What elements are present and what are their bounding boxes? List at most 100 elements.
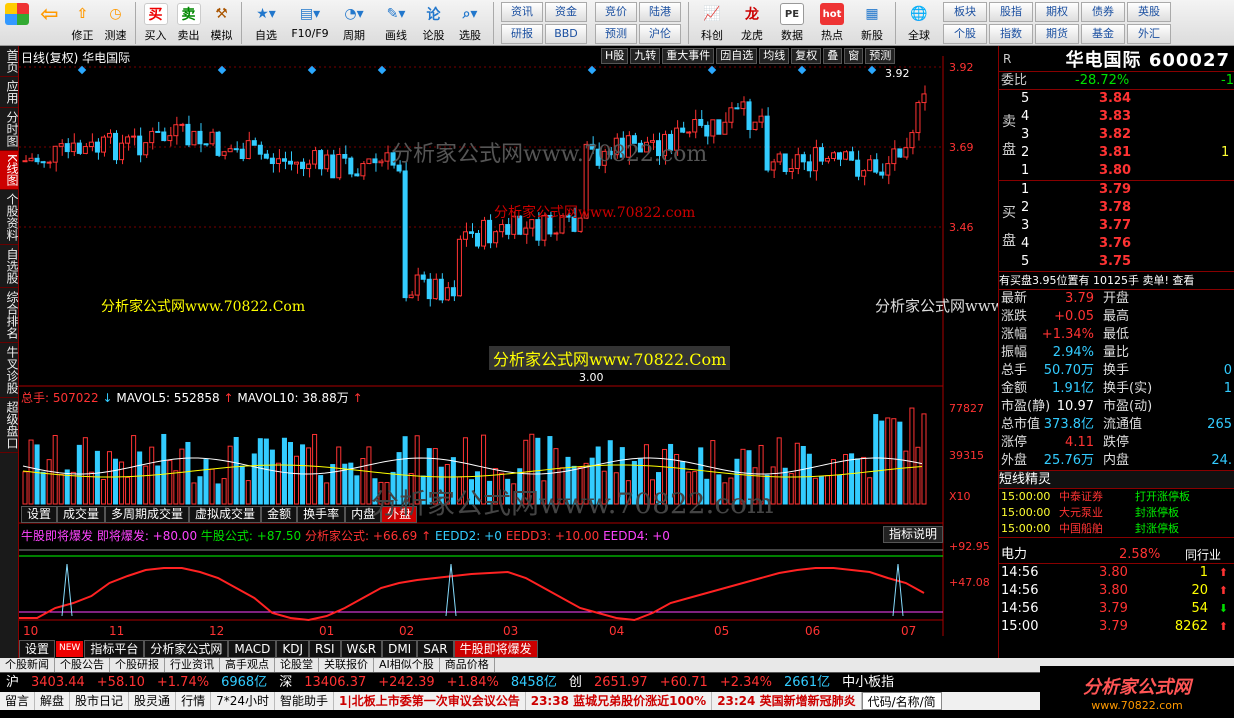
news-item[interactable]: 智能助手: [275, 692, 334, 710]
kechuang-button[interactable]: 📈 科创: [692, 0, 732, 45]
buy-button[interactable]: 买买入: [139, 0, 172, 45]
indicator-tab[interactable]: KDJ: [276, 640, 310, 658]
news-item[interactable]: 留言: [0, 692, 36, 710]
news-item[interactable]: 解盘: [35, 692, 71, 710]
asset-options-button[interactable]: 期权: [1035, 2, 1079, 22]
info-tab[interactable]: 个股研报: [110, 658, 165, 672]
nav-watchlist[interactable]: 自选股: [0, 245, 19, 288]
nav-apps[interactable]: 应用: [0, 77, 19, 108]
indicator-tab[interactable]: SAR: [417, 640, 454, 658]
indicator-tab[interactable]: 分析家公式网: [144, 640, 229, 658]
nav-home[interactable]: 首页: [0, 46, 19, 77]
trade-note[interactable]: 有买盘3.95位置有 10125手 卖单! 查看: [999, 272, 1234, 290]
indicator-tab[interactable]: RSI: [309, 640, 341, 658]
small-cap-index[interactable]: 中小板指: [836, 673, 900, 692]
short-item[interactable]: 15:00:00 大元泵业 封涨停板: [999, 505, 1234, 521]
info-tab[interactable]: 商品价格: [440, 658, 495, 672]
asset-sector-button[interactable]: 板块: [943, 2, 987, 22]
back-button[interactable]: ⇦: [33, 0, 66, 45]
info-tab[interactable]: 行业资讯: [165, 658, 220, 672]
book-row[interactable]: 3 3.77: [999, 217, 1234, 235]
index-cell[interactable]: 创: [563, 673, 588, 692]
f10-button[interactable]: ▤▾ F10/F9: [287, 0, 333, 45]
info-news-button[interactable]: 资讯: [501, 2, 543, 22]
ipo-button[interactable]: ▦ 新股: [852, 0, 892, 45]
news-item[interactable]: 23:24 英国新增新冠肺炎: [712, 692, 862, 710]
indicator-tab[interactable]: 指标平台: [84, 640, 145, 658]
info-bbd-button[interactable]: BBD: [545, 24, 587, 44]
asset-bonds-button[interactable]: 债券: [1081, 2, 1125, 22]
info-tab[interactable]: 论股堂: [275, 658, 319, 672]
watchlist-button[interactable]: ★▾ 自选: [245, 0, 287, 45]
chart-tool-button[interactable]: 九转: [630, 48, 661, 64]
global-button[interactable]: 🌐 全球: [899, 0, 939, 45]
news-item[interactable]: 7*24小时: [211, 692, 275, 710]
fix-button[interactable]: ⇧ 修正: [66, 0, 99, 45]
indicator-tab[interactable]: NEW: [56, 641, 84, 657]
vol-tab[interactable]: 虚拟成交量: [189, 506, 262, 523]
indicator-tab[interactable]: DMI: [382, 640, 418, 658]
book-row[interactable]: 2 3.78: [999, 199, 1234, 217]
nav-profile[interactable]: 个股资料: [0, 190, 19, 245]
chart-tool-button[interactable]: 复权: [791, 48, 822, 64]
news-item[interactable]: 行情: [176, 692, 212, 710]
market-hk-button[interactable]: 陆港: [639, 2, 681, 22]
indicator-tab[interactable]: W&R: [340, 640, 383, 658]
chart-tool-button[interactable]: 叠: [823, 48, 843, 64]
news-item[interactable]: 股灵通: [129, 692, 177, 710]
speed-test-button[interactable]: ◷ 测速: [99, 0, 132, 45]
news-item[interactable]: 股市日记: [70, 692, 130, 710]
nav-ranking[interactable]: 综合排名: [0, 288, 19, 343]
nav-super-panel[interactable]: 超级盘口: [0, 398, 19, 453]
period-button[interactable]: ◔▾ 周期: [333, 0, 375, 45]
info-funds-button[interactable]: 资金: [545, 2, 587, 22]
vol-tab[interactable]: 设置: [21, 506, 58, 523]
chart-tool-button[interactable]: 窗: [844, 48, 864, 64]
info-research-button[interactable]: 研报: [501, 24, 543, 44]
info-tab[interactable]: 关联报价: [319, 658, 374, 672]
index-cell[interactable]: 深: [273, 673, 298, 692]
chart-tool-button[interactable]: 重大事件: [662, 48, 715, 64]
vol-tab[interactable]: 换手率: [297, 506, 346, 523]
book-row[interactable]: 4 3.76: [999, 235, 1234, 253]
short-title[interactable]: 短线精灵: [999, 471, 1234, 489]
indicator-tab[interactable]: MACD: [228, 640, 277, 658]
chart-tool-button[interactable]: 㘞自选: [716, 48, 758, 64]
news-item[interactable]: 1|北板上市委第一次审议会议公告: [334, 692, 526, 710]
indicator-tab[interactable]: 牛股即将爆发: [453, 640, 538, 658]
book-row[interactable]: 2 3.81 1: [999, 144, 1234, 162]
vol-tab[interactable]: 金额: [261, 506, 298, 523]
search-box[interactable]: 代码/名称/简: [861, 692, 942, 710]
discuss-button[interactable]: 论论股: [417, 0, 450, 45]
vol-tab[interactable]: 成交量: [57, 506, 106, 523]
book-row[interactable]: 5 3.84: [999, 90, 1234, 108]
asset-funds-button[interactable]: 基金: [1081, 24, 1125, 44]
market-london-button[interactable]: 沪伦: [639, 24, 681, 44]
asset-stock-button[interactable]: 个股: [943, 24, 987, 44]
short-item[interactable]: 15:00:00 中泰证券 打开涨停板: [999, 489, 1234, 505]
chart-tool-button[interactable]: 预测: [865, 48, 896, 64]
data-button[interactable]: PE 数据: [772, 0, 812, 45]
book-row[interactable]: 1 3.79: [999, 181, 1234, 199]
info-tab[interactable]: AI相似个股: [374, 658, 440, 672]
short-item[interactable]: 15:00:00 中国船舶 封涨停板: [999, 521, 1234, 537]
news-item[interactable]: 23:38 蓝城兄弟股价涨近100%: [526, 692, 713, 710]
info-tab[interactable]: 个股公告: [55, 658, 110, 672]
chart-tool-button[interactable]: H股: [601, 48, 629, 64]
info-tab[interactable]: 个股新闻: [0, 658, 55, 672]
vol-tab[interactable]: 多周期成交量: [105, 506, 190, 523]
sector-button[interactable]: 同行业: [1185, 546, 1221, 564]
book-row[interactable]: 3 3.82: [999, 126, 1234, 144]
chart-tool-button[interactable]: 均线: [759, 48, 790, 64]
info-tab[interactable]: 高手观点: [220, 658, 275, 672]
book-row[interactable]: 4 3.83: [999, 108, 1234, 126]
nav-timeline[interactable]: 分时图: [0, 108, 19, 151]
book-row[interactable]: 5 3.75: [999, 253, 1234, 271]
indicator-tab[interactable]: 设置: [19, 640, 56, 658]
indicator-help-button[interactable]: 指标说明: [883, 526, 944, 543]
nav-kline[interactable]: K线图: [0, 151, 19, 190]
nav-diagnose[interactable]: 牛叉诊股: [0, 343, 19, 398]
draw-button[interactable]: ✎▾ 画线: [375, 0, 417, 45]
asset-index-futures-button[interactable]: 股指: [989, 2, 1033, 22]
market-forecast-button[interactable]: 预测: [595, 24, 637, 44]
